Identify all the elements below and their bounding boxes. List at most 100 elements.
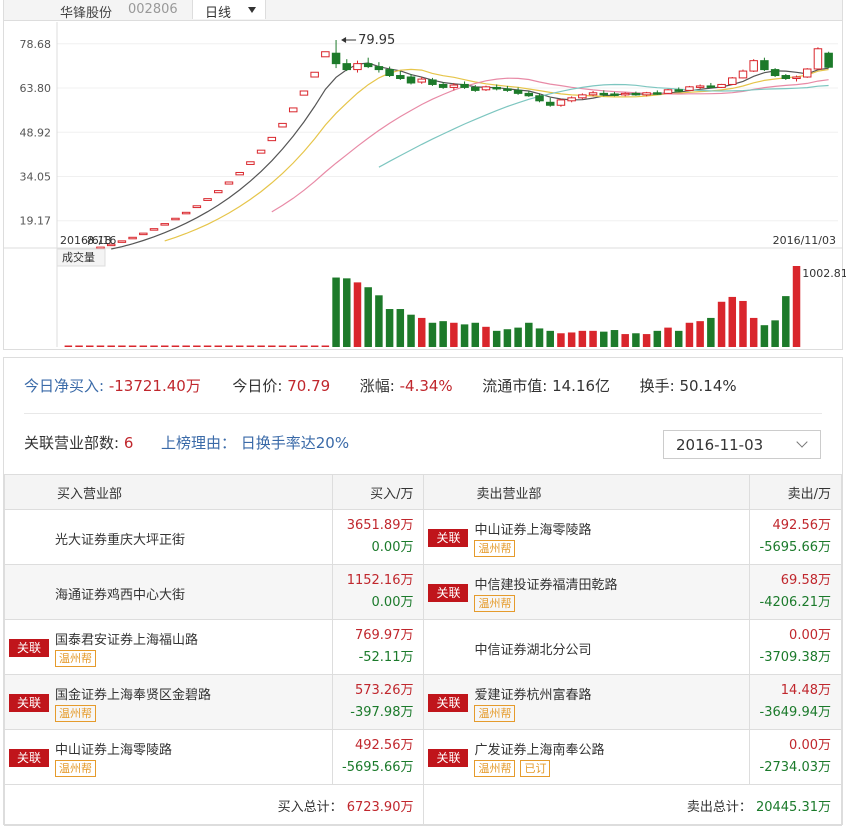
volume-bar xyxy=(621,334,629,347)
volume-bar xyxy=(503,329,512,347)
volume-bar xyxy=(771,320,779,347)
volume-bar xyxy=(214,345,223,347)
buy-seat-name[interactable]: 国泰君安证券上海福山路 xyxy=(55,629,198,648)
buy-header: 买入营业部 xyxy=(4,474,333,510)
sell-seat-name[interactable]: 中山证券上海零陵路 xyxy=(474,519,591,538)
volume-bar xyxy=(150,345,158,347)
buy-seat-cell[interactable]: 关联 中山证券上海零陵路 温州帮 xyxy=(4,729,333,785)
buy-seat-cell[interactable]: 关联 国泰君安证券上海福山路 温州帮 xyxy=(4,619,333,675)
buy-seat-cell[interactable]: 关联 国金证券上海奉贤区金碧路 温州帮 xyxy=(4,674,333,730)
volume-bar xyxy=(760,325,769,347)
volume-bar xyxy=(64,345,73,347)
volume-bar xyxy=(96,345,105,347)
volume-bar xyxy=(160,345,169,347)
volume-bar xyxy=(717,301,726,347)
candle-body xyxy=(192,205,202,209)
volume-bar xyxy=(707,317,715,347)
buy-seat-name[interactable]: 中山证券上海零陵路 xyxy=(55,739,172,758)
buy-amount-cell: 769.97万 -52.11万 xyxy=(331,619,425,675)
candle-body xyxy=(813,48,823,70)
candle-body xyxy=(792,76,801,80)
buy-amount-cell: 3651.89万 0.00万 xyxy=(331,509,425,565)
candle-body xyxy=(117,240,127,243)
related-tag: 关联 xyxy=(428,749,469,767)
candle-body xyxy=(342,63,352,71)
high-marker-label: 79.95 xyxy=(358,33,395,48)
volume-bar xyxy=(696,321,704,347)
candle-body xyxy=(578,94,587,99)
turnover-label: 换手: xyxy=(639,377,675,395)
branches-value: 6 xyxy=(123,434,134,452)
volume-bar xyxy=(728,296,737,347)
candle-body xyxy=(363,63,373,68)
volume-bar xyxy=(685,322,694,347)
summary-divider xyxy=(24,413,822,414)
volume-bar xyxy=(471,322,480,347)
volume-bar xyxy=(193,345,201,347)
sell-amount-cell: 69.58万 -4206.21万 xyxy=(749,564,842,620)
volume-bar xyxy=(396,309,405,347)
volume-bar xyxy=(75,345,83,347)
volume-bar xyxy=(578,330,587,347)
candle-body xyxy=(288,107,298,113)
candle-body xyxy=(567,97,576,102)
sell-amount: 0.00万 xyxy=(789,628,831,643)
candle-body xyxy=(760,60,769,71)
volume-bar xyxy=(268,345,276,347)
volume-bar xyxy=(310,345,319,347)
sell-seat-name[interactable]: 中信建投证券福清田乾路 xyxy=(474,574,617,593)
sell-seat-cell[interactable]: 关联 爱建证券杭州富春路 温州帮 xyxy=(423,674,751,730)
net-buy-value: -13721.40万 xyxy=(108,377,201,395)
volume-bar xyxy=(332,277,340,347)
buy-net-amount: 0.00万 xyxy=(371,540,414,555)
candle-body xyxy=(299,90,309,96)
buy-seat-cell[interactable]: 光大证券重庆大坪正街 xyxy=(4,509,333,565)
sell-seat-name[interactable]: 爱建证券杭州富春路 xyxy=(474,684,591,703)
table-row: 关联 国泰君安证券上海福山路 温州帮 769.97万 -52.11万 中信证券湖北分公司 0… xyxy=(4,619,842,675)
volume-bar xyxy=(492,330,501,347)
sell-seat-name[interactable]: 广发证券上海南奉公路 xyxy=(474,739,604,758)
volume-bar xyxy=(407,314,415,347)
volume-bar xyxy=(203,345,212,347)
candle-body xyxy=(417,78,426,83)
sell-amount: 14.48万 xyxy=(780,683,831,698)
sell-seat-cell[interactable]: 关联 广发证券上海南奉公路 温州帮 已订 xyxy=(423,729,751,785)
sell-amount: 492.56万 xyxy=(772,518,832,533)
candle-body xyxy=(620,92,630,96)
volume-bar xyxy=(535,328,544,347)
sell-net-amount: -5695.66万 xyxy=(759,540,831,555)
price-label: 今日价: xyxy=(232,377,283,395)
candle-body xyxy=(471,86,480,91)
sell-seat-cell[interactable]: 关联 中信建投证券福清田乾路 温州帮 xyxy=(423,564,751,620)
candle-body xyxy=(717,83,726,88)
buy-seat-name[interactable]: 海通证券鸡西中心大街 xyxy=(55,584,185,603)
sell-net-amount: -2734.03万 xyxy=(759,760,831,775)
volume-bar xyxy=(514,327,522,347)
end-date-label: 2016/11/03 xyxy=(773,234,836,247)
date-select[interactable]: 2016-11-03 xyxy=(663,430,821,459)
sell-seat-cell[interactable]: 中信证券湖北分公司 xyxy=(423,619,751,675)
candle-body xyxy=(653,92,662,95)
seat-badges: 温州帮 xyxy=(474,595,520,612)
buy-seat-cell[interactable]: 海通证券鸡西中心大街 xyxy=(4,564,333,620)
candle-body xyxy=(139,232,148,236)
seat-badge: 温州帮 xyxy=(55,650,96,667)
seat-badge: 温州帮 xyxy=(474,540,516,557)
seat-badge: 已订 xyxy=(520,760,551,777)
seat-badge: 温州帮 xyxy=(474,705,516,722)
price-tick-label: 34.05 xyxy=(20,170,52,183)
sell-seat-cell[interactable]: 关联 中山证券上海零陵路 温州帮 xyxy=(423,509,751,565)
candle-body xyxy=(267,136,277,142)
volume-bar xyxy=(257,345,265,347)
buy-amount-cell: 1152.16万 0.00万 xyxy=(331,564,425,620)
candle-body xyxy=(256,149,266,154)
buy-seat-name[interactable]: 国金证券上海奉贤区金碧路 xyxy=(55,684,211,703)
related-tag: 关联 xyxy=(9,749,49,767)
buy-seat-name[interactable]: 光大证券重庆大坪正街 xyxy=(55,529,185,548)
change-value: -4.34% xyxy=(399,377,453,395)
volume-bar xyxy=(171,345,180,347)
sell-seat-name[interactable]: 中信证券湖北分公司 xyxy=(474,639,591,658)
volume-bar xyxy=(439,321,447,347)
seat-badge: 温州帮 xyxy=(55,705,96,722)
seat-badge: 温州帮 xyxy=(55,760,96,777)
